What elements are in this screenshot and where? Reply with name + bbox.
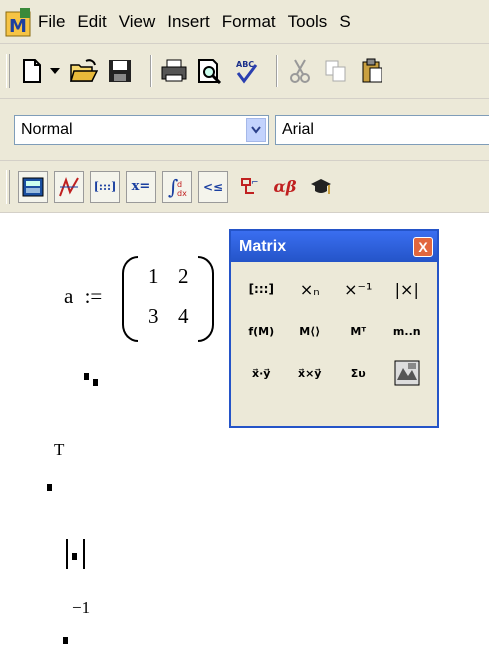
toolbar-grip[interactable] — [6, 169, 10, 204]
svg-text:d: d — [177, 180, 182, 189]
new-document-icon[interactable] — [18, 56, 46, 86]
format-toolbar: Normal Arial — [0, 99, 489, 161]
matrix-inverse-button[interactable]: ×⁻¹ — [334, 268, 383, 310]
transpose-superscript: T — [54, 440, 65, 459]
dropdown-arrow-icon[interactable] — [48, 56, 62, 86]
menu-edit[interactable]: Edit — [77, 12, 106, 32]
calculator-icon[interactable] — [18, 170, 48, 203]
spell-check-label: ABC — [236, 60, 254, 69]
save-disk-icon[interactable] — [106, 56, 134, 86]
style-select[interactable]: Normal — [14, 114, 269, 145]
symbolic-icon[interactable] — [306, 171, 336, 203]
vectorize-button[interactable]: f(M) — [237, 310, 286, 352]
cross-product-button[interactable]: x⃗×y⃗ — [286, 352, 335, 394]
assignment-expression[interactable]: a := — [64, 284, 102, 309]
placeholder[interactable] — [47, 484, 52, 491]
toolbar-separator — [150, 55, 152, 87]
matrix-cell: 3 — [148, 304, 159, 328]
range-variable-button[interactable]: m..n — [383, 310, 432, 352]
matrix-cell: 4 — [178, 304, 189, 328]
placeholder[interactable] — [63, 637, 68, 644]
menu-format[interactable]: Format — [222, 12, 276, 32]
matrix-subscript-button[interactable]: ×ₙ — [286, 268, 335, 310]
inverse-superscript: −1 — [72, 598, 91, 617]
dot-product-button[interactable]: x⃗·y⃗ — [237, 352, 286, 394]
greek-toolbar-button[interactable]: αβ — [270, 171, 300, 203]
picture-icon[interactable] — [383, 352, 432, 394]
print-icon[interactable] — [160, 56, 188, 86]
menu-view[interactable]: View — [119, 12, 156, 32]
variable-name: a — [64, 284, 74, 308]
matrix-transpose-button[interactable]: Mᵀ — [334, 310, 383, 352]
math-toolbar: [:::] x= ∫ d dx <≤ ⌐ αβ — [0, 161, 489, 213]
matrix-toolbar-button[interactable]: [:::] — [90, 170, 120, 203]
calculus-toolbar-button[interactable]: ∫ d dx — [162, 170, 192, 203]
assignment-operator: := — [84, 284, 103, 308]
graph-icon[interactable] — [54, 170, 84, 203]
abs-bar-left — [66, 539, 68, 569]
palette-button-grid: [:::] ×ₙ ×⁻¹ |×| f(M) M⟨⟩ Mᵀ m..n x⃗·y⃗ … — [231, 262, 437, 400]
palette-title-bar[interactable]: Matrix X — [231, 231, 437, 262]
print-preview-icon[interactable] — [196, 56, 224, 86]
placeholder[interactable] — [72, 553, 77, 560]
menu-file[interactable]: File — [38, 12, 65, 32]
menu-tools[interactable]: Tools — [288, 12, 328, 32]
matrix-cell: 1 — [148, 264, 159, 288]
matrix-insert-button[interactable]: [:::] — [237, 268, 286, 310]
determinant-button[interactable]: |×| — [383, 268, 432, 310]
menu-insert[interactable]: Insert — [167, 12, 210, 32]
evaluation-toolbar-button[interactable]: x= — [126, 170, 156, 203]
matrix-cell: 2 — [178, 264, 189, 288]
paste-icon[interactable] — [358, 56, 386, 86]
matrix-expression[interactable]: 1 2 3 4 — [122, 256, 214, 342]
toolbar-grip[interactable] — [6, 54, 10, 88]
matrix-palette[interactable]: Matrix X [:::] ×ₙ ×⁻¹ |×| f(M) M⟨⟩ Mᵀ m.… — [229, 229, 439, 428]
close-icon[interactable]: X — [413, 236, 433, 257]
cut-icon[interactable] — [286, 56, 314, 86]
copy-icon[interactable] — [322, 56, 350, 86]
left-paren — [122, 256, 138, 342]
toolbar-separator — [276, 55, 278, 87]
spell-check-icon[interactable]: ABC — [232, 56, 260, 86]
menu-symbolics[interactable]: S — [339, 12, 350, 32]
right-paren — [198, 256, 214, 342]
svg-text:M: M — [9, 16, 27, 37]
placeholder[interactable] — [84, 373, 89, 380]
matrix-column-button[interactable]: M⟨⟩ — [286, 310, 335, 352]
svg-text:dx: dx — [177, 189, 187, 198]
font-select[interactable]: Arial — [274, 114, 489, 145]
abs-bar-right — [83, 539, 85, 569]
programming-icon[interactable]: ⌐ — [234, 171, 264, 203]
chevron-down-icon[interactable] — [245, 117, 266, 142]
vector-sum-button[interactable]: Συ — [334, 352, 383, 394]
palette-title: Matrix — [239, 237, 287, 255]
mathcad-app-icon[interactable]: M — [4, 6, 34, 38]
open-folder-icon[interactable] — [70, 56, 98, 86]
menu-bar: M File Edit View Insert Format Tools S — [0, 0, 489, 44]
font-select-value: Arial — [281, 120, 314, 138]
svg-text:⌐: ⌐ — [251, 178, 259, 188]
placeholder[interactable] — [93, 379, 98, 386]
boolean-toolbar-button[interactable]: <≤ — [198, 170, 228, 203]
standard-toolbar: ABC — [0, 44, 489, 99]
style-select-value: Normal — [21, 120, 73, 138]
